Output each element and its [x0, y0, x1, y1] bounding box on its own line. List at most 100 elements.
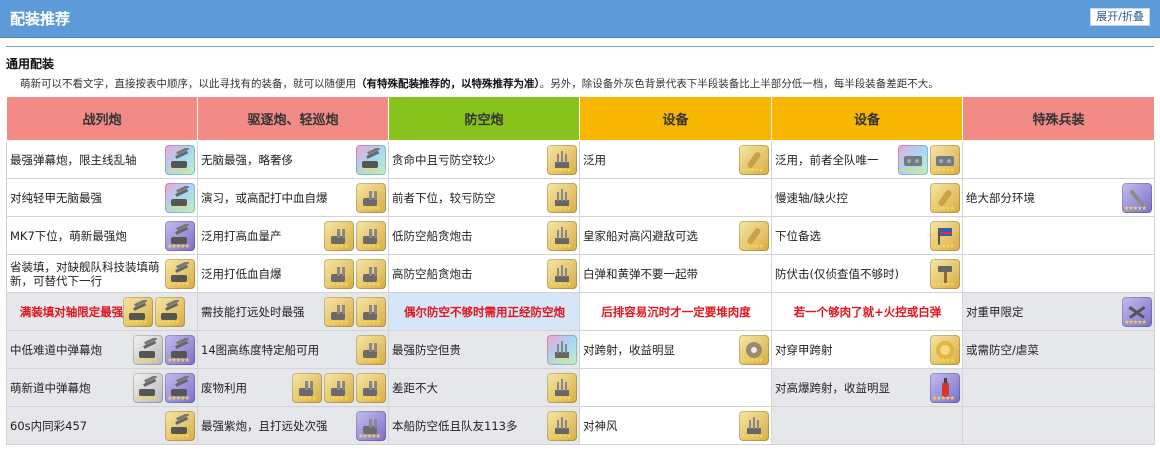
- hammer-icon[interactable]: ★★★★★: [930, 258, 960, 289]
- medal-icon[interactable]: ★★★★★: [930, 334, 960, 365]
- cell-text: 高防空船贪炮击: [392, 266, 473, 281]
- plane-icon[interactable]: ★★★★★: [1122, 296, 1152, 327]
- table-cell: 对高爆跨射，收益明显 ★★★★★: [771, 368, 963, 407]
- gear-icon[interactable]: ★★★★★: [739, 334, 769, 365]
- heavy-gun-icon[interactable]: ★★★★★: [165, 372, 195, 403]
- machine-icon[interactable]: ★★★★★: [898, 144, 928, 175]
- gun-turret-icon[interactable]: ★★★★★: [356, 372, 386, 403]
- cell-text: 对穿甲跨射: [775, 342, 833, 357]
- cell-text: MK7下位，萌新最强炮: [10, 228, 127, 243]
- cell-text: 最强弹幕炮，限主线乱轴: [10, 152, 137, 167]
- cell-text: 或需防空/虐菜: [966, 342, 1039, 357]
- shell-icon[interactable]: ★★★★★: [739, 144, 769, 175]
- cell-text: 下位备选: [775, 228, 821, 243]
- cell-text: 最强防空但贵: [392, 342, 461, 357]
- table-cell: 高防空船贪炮击 ★★★★★: [388, 254, 580, 293]
- table-row: 省装填，对缺舰队科技装填萌新，可替代下一行 ★★★★★ 泛用打低血自爆 ★★★★★ ★★…: [6, 254, 1155, 293]
- cell-text: 省装填，对缺舰队科技装填萌新，可替代下一行: [10, 259, 160, 288]
- expand-collapse-button[interactable]: 展开/折叠: [1090, 8, 1150, 26]
- gun-turret-icon[interactable]: ★★★★★: [356, 220, 386, 251]
- table-cell: 最强紫炮，且打远处次强 ★★★★★: [197, 406, 389, 445]
- table-cell: 最强弹幕炮，限主线乱轴 ★★★★★: [6, 140, 198, 179]
- cell-text: 对跨射，收益明显: [583, 342, 675, 357]
- cell-text: 慢速轴/缺火控: [775, 190, 848, 205]
- gun-turret-icon[interactable]: ★★★★★: [324, 372, 354, 403]
- table-cell: 省装填，对缺舰队科技装填萌新，可替代下一行 ★★★★★: [6, 254, 198, 293]
- table-cell: 最强防空但贵 ★★★★★: [388, 330, 580, 369]
- notice-prefix: 萌新可以不看文字，直接按表中顺序，以此寻找有的装备，就可以随便用: [20, 78, 356, 90]
- table-cell: [579, 178, 772, 217]
- heavy-gun-icon[interactable]: ★★★★★: [165, 334, 195, 365]
- heavy-gun-icon[interactable]: ★★★★★: [356, 144, 386, 175]
- cell-text: 60s内同彩457: [10, 418, 88, 433]
- gun-turret-icon[interactable]: ★★★★★: [324, 296, 354, 327]
- gun-turret-icon[interactable]: ★★★★★: [292, 372, 322, 403]
- cell-text: 皇家船对高闪避敌可选: [583, 228, 698, 243]
- column-header-destroyer-gun: 驱逐炮、轻巡炮: [197, 96, 389, 141]
- aa-gun-icon[interactable]: ★★★★★: [739, 410, 769, 441]
- table-cell: [962, 216, 1155, 255]
- notice-text: 萌新可以不看文字，直接按表中顺序，以此寻找有的装备，就可以随便用（有特殊配装推荐…: [20, 76, 1150, 91]
- heavy-gun-icon[interactable]: ★★★★★: [165, 410, 195, 441]
- heavy-gun-icon[interactable]: ★★★★★: [123, 296, 154, 327]
- gun-turret-icon[interactable]: ★★★★★: [356, 182, 386, 213]
- aa-gun-icon[interactable]: ★★★★★: [547, 144, 577, 175]
- aa-gun-icon[interactable]: ★★★★★: [547, 410, 577, 441]
- cell-text: 偶尔防空不够时需用正经防空炮: [404, 304, 565, 319]
- table-row: 中低难道中弹幕炮 ★★★★★ ★★★★★ 14图高练度特定船可用 ★★★★★ 最强防空但贵…: [6, 330, 1155, 369]
- table-cell: 白弹和黄弹不要一起带: [579, 254, 772, 293]
- gun-turret-icon[interactable]: ★★★★★: [324, 258, 354, 289]
- column-header-special: 特殊兵装: [962, 96, 1155, 141]
- gun-turret-icon[interactable]: ★★★★★: [356, 410, 386, 441]
- table-cell: 对穿甲跨射 ★★★★★: [771, 330, 963, 369]
- aa-gun-icon[interactable]: ★★★★★: [547, 334, 577, 365]
- aa-gun-icon[interactable]: ★★★★★: [547, 220, 577, 251]
- gun-turret-icon[interactable]: ★★★★★: [356, 296, 386, 327]
- table-cell: 对重甲限定 ★★★★★: [962, 292, 1155, 331]
- column-header-equipment: 设备: [771, 96, 963, 141]
- heavy-gun-icon[interactable]: ★★★★★: [133, 334, 163, 365]
- cell-text: 防伏击(仅侦查值不够时): [775, 266, 899, 281]
- machine-icon[interactable]: ★★★★★: [930, 144, 960, 175]
- flag-icon[interactable]: ★★★★★: [930, 220, 960, 251]
- torpedo-icon[interactable]: ★★★★★: [1122, 182, 1152, 213]
- aa-gun-icon[interactable]: ★★★★★: [547, 258, 577, 289]
- table-cell: 废物利用 ★★★★★ ★★★★★ ★★★★★: [197, 368, 389, 407]
- table-row: 最强弹幕炮，限主线乱轴 ★★★★★ 无脑最强，略奢侈 ★★★★★ 贪命中且亏防空较少 ★★…: [6, 140, 1155, 179]
- heavy-gun-icon[interactable]: ★★★★★: [133, 372, 163, 403]
- table-cell: 14图高练度特定船可用 ★★★★★: [197, 330, 389, 369]
- gun-turret-icon[interactable]: ★★★★★: [356, 334, 386, 365]
- table-cell: [771, 406, 963, 445]
- table-cell: 泛用打低血自爆 ★★★★★ ★★★★★: [197, 254, 389, 293]
- heavy-gun-icon[interactable]: ★★★★★: [155, 296, 186, 327]
- header-bar: 配装推荐 展开/折叠: [0, 0, 1160, 38]
- cell-text: 后排容易沉时才一定要堆肉度: [601, 304, 751, 319]
- table-cell: 泛用 ★★★★★: [579, 140, 772, 179]
- aa-gun-icon[interactable]: ★★★★★: [547, 372, 577, 403]
- shell-icon[interactable]: ★★★★★: [930, 182, 960, 213]
- table-cell: [962, 406, 1155, 445]
- gun-turret-icon[interactable]: ★★★★★: [356, 258, 386, 289]
- table-header-row: 战列炮 驱逐炮、轻巡炮 防空炮 设备 设备 特殊兵装: [6, 96, 1155, 141]
- heavy-gun-icon[interactable]: ★★★★★: [165, 182, 195, 213]
- shell-icon[interactable]: ★★★★★: [739, 220, 769, 251]
- gun-turret-icon[interactable]: ★★★★★: [324, 220, 354, 251]
- table-cell: 后排容易沉时才一定要堆肉度: [579, 292, 772, 331]
- column-header-battleship-gun: 战列炮: [6, 96, 198, 141]
- aa-gun-icon[interactable]: ★★★★★: [547, 182, 577, 213]
- heavy-gun-icon[interactable]: ★★★★★: [165, 220, 195, 251]
- extinguisher-icon[interactable]: ★★★★★: [930, 372, 960, 403]
- table-cell: 对纯轻甲无脑最强 ★★★★★: [6, 178, 198, 217]
- cell-text: 对重甲限定: [966, 304, 1024, 319]
- cell-text: 废物利用: [201, 380, 247, 395]
- heavy-gun-icon[interactable]: ★★★★★: [165, 258, 195, 289]
- table-cell: 贪命中且亏防空较少 ★★★★★: [388, 140, 580, 179]
- table-cell: 泛用打高血量产 ★★★★★ ★★★★★: [197, 216, 389, 255]
- cell-text: 泛用: [583, 152, 606, 167]
- cell-text: 差距不大: [392, 380, 438, 395]
- table-cell: 慢速轴/缺火控 ★★★★★: [771, 178, 963, 217]
- table-cell: 前者下位，较亏防空 ★★★★★: [388, 178, 580, 217]
- heavy-gun-icon[interactable]: ★★★★★: [165, 144, 195, 175]
- cell-text: 萌新道中弹幕炮: [10, 380, 91, 395]
- table-cell: 防伏击(仅侦查值不够时) ★★★★★: [771, 254, 963, 293]
